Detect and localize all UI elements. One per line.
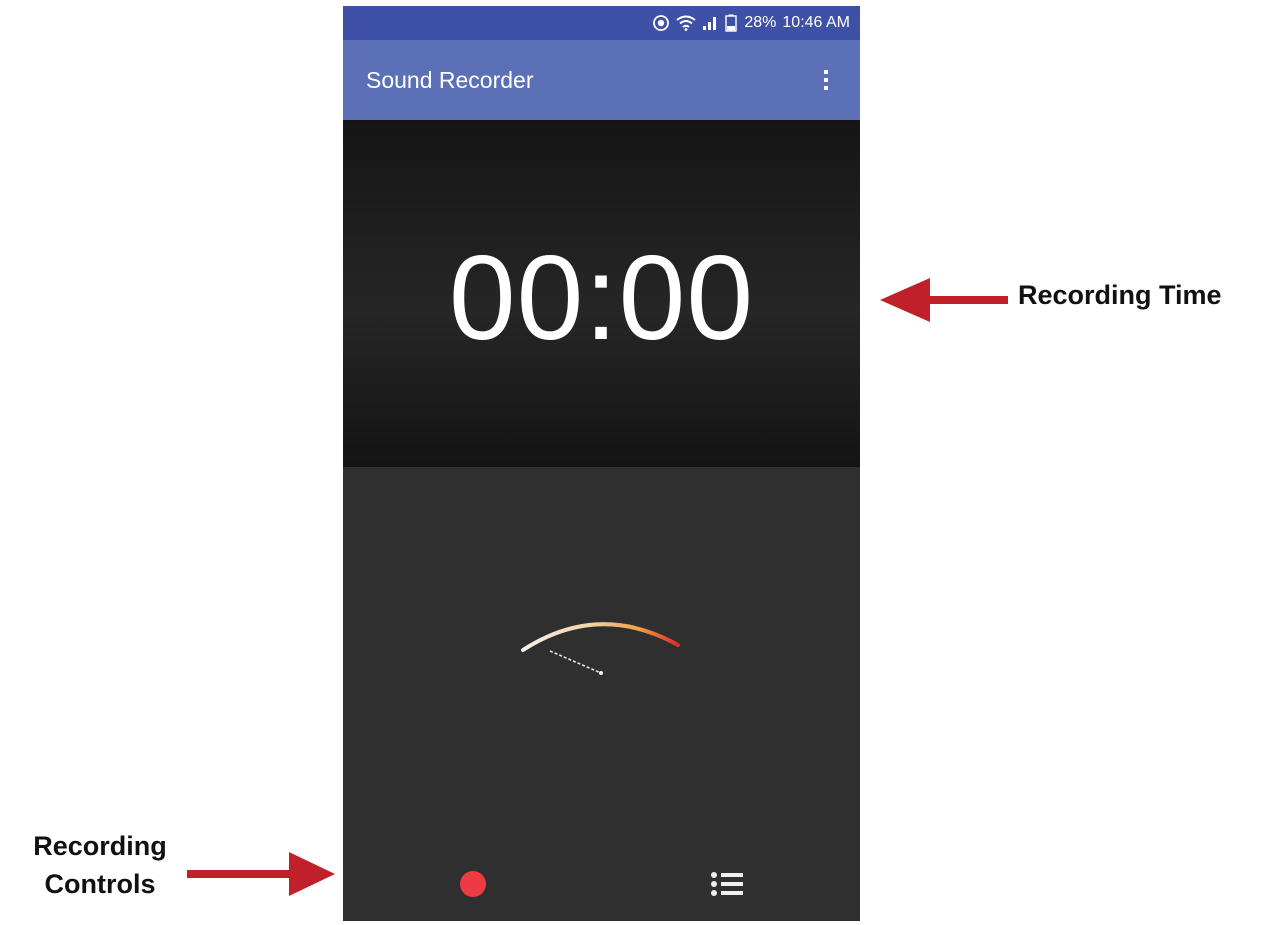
record-button[interactable] <box>460 871 486 897</box>
status-icons: 28% 10:46 AM <box>652 6 850 40</box>
app-bar: Sound Recorder <box>343 40 860 120</box>
more-vert-icon <box>824 70 828 90</box>
time-panel: 00:00 <box>343 120 860 467</box>
recordings-list-button[interactable] <box>709 870 745 898</box>
level-meter-panel <box>343 467 860 921</box>
recording-time-callout: Recording Time <box>1018 280 1222 310</box>
gauge-pivot <box>599 671 603 675</box>
phone-screen: 28% 10:46 AM Sound Recorder 00:00 <box>343 6 860 921</box>
battery-icon <box>724 14 738 32</box>
vu-meter-gauge <box>521 622 680 675</box>
signal-icon <box>702 15 718 31</box>
sync-icon <box>652 14 670 32</box>
wifi-icon <box>676 15 696 31</box>
battery-percent: 28% <box>744 14 777 31</box>
clock: 10:46 AM <box>782 14 850 31</box>
recording-controls-callout-line1: Recording <box>33 831 167 861</box>
app-title: Sound Recorder <box>366 67 534 93</box>
recording-time-arrow <box>880 278 1008 322</box>
recording-controls <box>343 826 860 921</box>
gauge-arc <box>521 622 680 652</box>
recording-controls-callout-line2: Controls <box>44 869 156 899</box>
status-bar: 28% 10:46 AM <box>343 6 860 40</box>
recording-controls-arrow <box>187 852 335 896</box>
recording-controls-callout: Recording Controls <box>0 827 200 903</box>
gauge-needle <box>549 650 602 674</box>
recordings-list-icon <box>711 872 743 896</box>
recording-time: 00:00 <box>448 231 755 365</box>
more-options-button[interactable] <box>810 64 842 96</box>
